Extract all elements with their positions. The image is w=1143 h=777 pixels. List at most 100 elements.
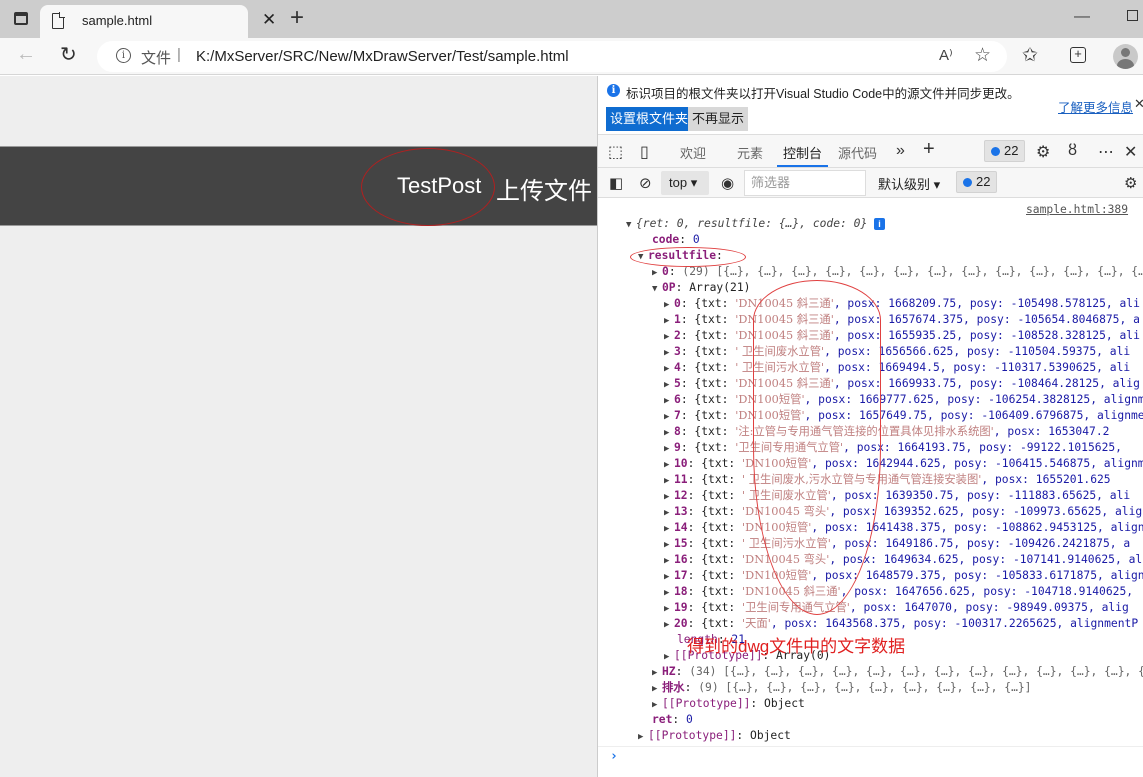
expand-triangle-icon[interactable]: ▶ <box>652 681 662 697</box>
expand-triangle-icon[interactable]: ▶ <box>664 409 674 425</box>
browser-tab[interactable]: sample.html ✕ <box>40 5 276 38</box>
reload-icon[interactable]: ↻ <box>60 42 77 67</box>
filter-input[interactable]: 筛选器 <box>744 170 866 196</box>
expand-triangle-icon[interactable]: ▶ <box>638 729 648 745</box>
expand-triangle-icon[interactable]: ▶ <box>652 665 662 681</box>
read-aloud-icon[interactable]: A⁾ <box>939 46 953 64</box>
expand-triangle-icon[interactable]: ▶ <box>664 649 674 665</box>
list-item[interactable]: ▶ 18: {txt: 'DN10045 斜三通', posx: 1647656.… <box>664 584 1133 600</box>
tab-sources[interactable]: 源代码 <box>838 143 877 162</box>
issues-badge-console[interactable]: 22 <box>956 171 998 193</box>
issues-badge[interactable]: 22 <box>984 140 1026 162</box>
expand-triangle-icon[interactable]: ▶ <box>664 537 674 553</box>
list-item[interactable]: ▶ 7: {txt: 'DN100短管', posx: 1657649.75, p… <box>664 408 1143 424</box>
more-options-icon[interactable]: ⋯ <box>1098 142 1114 162</box>
prop-array-0p[interactable]: ▼ 0P: Array(21) <box>652 280 750 296</box>
expand-triangle-icon[interactable]: ▶ <box>664 425 674 441</box>
info-icon[interactable]: i <box>116 48 131 63</box>
url-text[interactable]: K:/MxServer/SRC/New/MxDrawServer/Test/sa… <box>196 48 569 65</box>
expand-triangle-icon[interactable]: ▶ <box>664 473 674 489</box>
expand-triangle-icon[interactable]: ▶ <box>664 345 674 361</box>
list-item[interactable]: ▶ 17: {txt: 'DN100短管', posx: 1648579.375,… <box>664 568 1143 584</box>
expand-triangle-icon[interactable]: ▶ <box>664 601 674 617</box>
expand-triangle-icon[interactable]: ▶ <box>664 441 674 457</box>
context-select[interactable]: top ▾ <box>661 171 709 195</box>
list-item[interactable]: ▶ 1: {txt: 'DN10045 斜三通', posx: 1657674.3… <box>664 312 1140 328</box>
prop-hz[interactable]: ▶ HZ: (34) [{…}, {…}, {…}, {…}, {…}, {…},… <box>652 664 1143 680</box>
device-toolbar-icon[interactable]: ▯ <box>640 142 649 162</box>
tab-welcome[interactable]: 欢迎 <box>680 143 706 162</box>
log-summary-row[interactable]: ▼ {ret: 0, resultfile: {…}, code: 0} i <box>626 216 886 233</box>
favorites-icon[interactable]: ✩ <box>1022 44 1038 67</box>
list-item[interactable]: ▶ 14: {txt: 'DN100短管', posx: 1641438.375,… <box>664 520 1143 536</box>
list-item[interactable]: ▶ 2: {txt: 'DN10045 斜三通', posx: 1655935.2… <box>664 328 1140 344</box>
sidebar-toggle-icon[interactable]: ◧ <box>609 174 623 192</box>
expand-triangle-icon[interactable]: ▶ <box>664 569 674 585</box>
list-item[interactable]: ▶ 6: {txt: 'DN100短管', posx: 1669777.625, … <box>664 392 1143 408</box>
list-item[interactable]: ▶ 3: {txt: ' 卫生间废水立管', posx: 1656566.625,… <box>664 344 1130 360</box>
prop-paishui[interactable]: ▶ 排水: (9) [{…}, {…}, {…}, {…}, {…}, {…}, … <box>652 680 1031 696</box>
console-settings-icon[interactable]: ⚙ <box>1124 174 1137 192</box>
back-arrow-icon[interactable]: ← <box>16 43 36 66</box>
learn-more-link[interactable]: 了解更多信息 <box>1058 97 1133 116</box>
expand-triangle-icon[interactable]: ▶ <box>664 521 674 537</box>
expand-triangle-icon[interactable]: ▶ <box>652 697 662 713</box>
add-tab-icon[interactable]: + <box>923 138 935 161</box>
list-item[interactable]: ▶ 11: {txt: ' 卫生间废水,污水立管与专用通气管连接安装图', pos… <box>664 472 1111 488</box>
live-expression-icon[interactable]: ◉ <box>721 174 734 192</box>
expand-triangle-icon[interactable]: ▶ <box>664 393 674 409</box>
list-item[interactable]: ▶ 13: {txt: 'DN10045 弯头', posx: 1639352.6… <box>664 504 1142 520</box>
list-item[interactable]: ▶ 4: {txt: ' 卫生间污水立管', posx: 1669494.5, p… <box>664 360 1130 376</box>
settings-icon[interactable]: ⚙ <box>1036 142 1050 162</box>
minimize-icon[interactable]: — <box>1074 8 1090 26</box>
prop-array-0[interactable]: ▶ 0: (29) [{…}, {…}, {…}, {…}, {…}, {…}, … <box>652 264 1143 280</box>
add-favorite-icon[interactable]: ☆ <box>974 44 991 67</box>
tab-actions-icon[interactable] <box>14 12 28 25</box>
tab-elements[interactable]: 元素 <box>737 143 763 162</box>
close-tab-icon[interactable]: ✕ <box>262 10 276 30</box>
profile-avatar[interactable] <box>1113 44 1138 69</box>
upload-file-link[interactable]: 上传文件 <box>496 171 592 206</box>
expand-triangle-icon[interactable]: ▶ <box>664 329 674 345</box>
expand-triangle-icon[interactable]: ▼ <box>626 217 636 233</box>
list-item[interactable]: ▶ 20: {txt: '天面', posx: 1643568.375, posy… <box>664 616 1138 632</box>
maximize-icon[interactable] <box>1127 10 1138 21</box>
dont-show-again-button[interactable]: 不再显示 <box>688 107 749 131</box>
expand-triangle-icon[interactable]: ▶ <box>664 553 674 569</box>
expand-triangle-icon[interactable]: ▶ <box>664 361 674 377</box>
close-devtools-icon[interactable]: ✕ <box>1124 142 1137 162</box>
log-level-select[interactable]: 默认级别 ▾ <box>878 174 940 193</box>
list-item[interactable]: ▶ 10: {txt: 'DN100短管', posx: 1642944.625,… <box>664 456 1143 472</box>
list-item[interactable]: ▶ 15: {txt: ' 卫生间污水立管', posx: 1649186.75,… <box>664 536 1130 552</box>
expand-triangle-icon[interactable]: ▶ <box>652 265 662 281</box>
list-item[interactable]: ▶ 8: {txt: '注:立管与专用通气管连接的位置具体见排水系统图', pos… <box>664 424 1109 440</box>
expand-triangle-icon[interactable]: ▶ <box>664 457 674 473</box>
list-item[interactable]: ▶ 9: {txt: '卫生间专用通气立管', posx: 1664193.75,… <box>664 440 1122 456</box>
prop-outer-prototype[interactable]: ▶ [[Prototype]]: Object <box>638 728 791 744</box>
close-infobar-icon[interactable]: ✕ <box>1134 96 1143 112</box>
expand-triangle-icon[interactable]: ▶ <box>664 585 674 601</box>
expand-triangle-icon[interactable]: ▶ <box>664 505 674 521</box>
source-link[interactable]: sample.html:389 <box>1026 203 1128 216</box>
inspect-icon[interactable]: ⬚ <box>608 142 623 162</box>
console-prompt[interactable]: › <box>598 746 1143 771</box>
new-tab-icon[interactable]: + <box>290 4 304 32</box>
expand-triangle-icon[interactable]: ▶ <box>664 377 674 393</box>
clear-console-icon[interactable]: ⊘ <box>639 174 652 192</box>
expand-triangle-icon[interactable]: ▶ <box>664 489 674 505</box>
expand-triangle-icon[interactable]: ▶ <box>664 617 674 633</box>
list-item[interactable]: ▶ 0: {txt: 'DN10045 斜三通', posx: 1668209.7… <box>664 296 1140 312</box>
list-item[interactable]: ▶ 5: {txt: 'DN10045 斜三通', posx: 1669933.7… <box>664 376 1140 392</box>
expand-triangle-icon[interactable]: ▼ <box>652 281 662 297</box>
list-item[interactable]: ▶ 19: {txt: '卫生间专用通气立管', posx: 1647070, p… <box>664 600 1129 616</box>
more-tabs-icon[interactable]: » <box>896 142 905 160</box>
feedback-icon[interactable]: ȣ <box>1068 142 1077 160</box>
address-bar[interactable]: i 文件 | K:/MxServer/SRC/New/MxDrawServer/… <box>97 41 1007 72</box>
list-item[interactable]: ▶ 12: {txt: ' 卫生间废水立管', posx: 1639350.75,… <box>664 488 1130 504</box>
list-item[interactable]: ▶ 16: {txt: 'DN10045 弯头', posx: 1649634.6… <box>664 552 1142 568</box>
expand-triangle-icon[interactable]: ▶ <box>664 297 674 313</box>
set-root-folder-button[interactable]: 设置根文件夹 <box>606 107 693 131</box>
collections-icon[interactable]: + <box>1070 47 1086 63</box>
prop-object-prototype[interactable]: ▶ [[Prototype]]: Object <box>652 696 805 712</box>
expand-triangle-icon[interactable]: ▶ <box>664 313 674 329</box>
